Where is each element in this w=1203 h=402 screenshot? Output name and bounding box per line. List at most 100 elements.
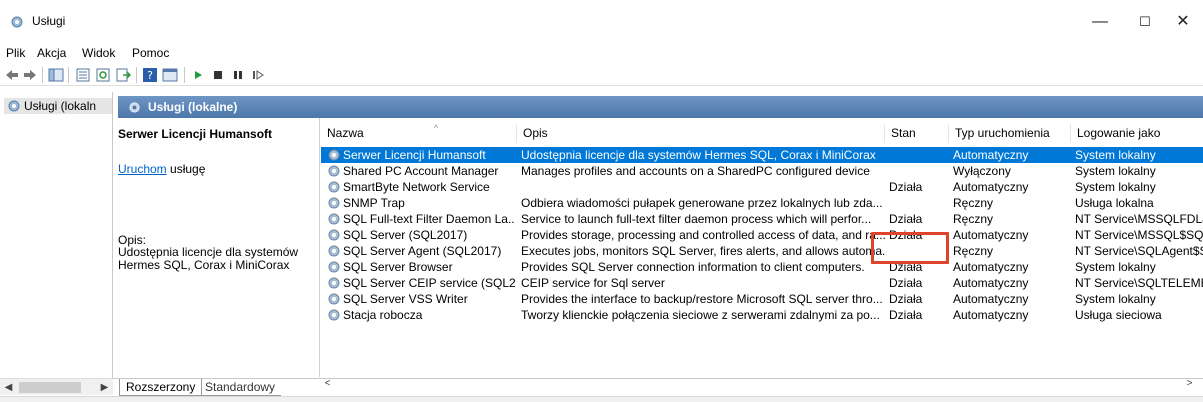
gear-icon [328,165,340,177]
tab-standard[interactable]: Standardowy [199,379,282,396]
row-description: Provides SQL Server connection informati… [521,260,865,274]
row-startup-type: Automatyczny [953,260,1029,274]
gear-icon [328,293,340,305]
row-startup-type: Ręczny [953,196,994,210]
table-row[interactable]: Serwer Licencji Humansoft Udostępnia lice… [321,147,1203,163]
view-tabs: Rozszerzony Standardowy [113,378,1203,396]
show-tree-icon[interactable] [48,67,64,83]
description-text: Udostępnia licencje dla systemów Hermes … [118,245,299,272]
row-logon: System lokalny [1075,180,1156,194]
row-name: SQL Server CEIP service (SQL2... [343,276,515,290]
row-startup-type: Automatyczny [953,308,1029,322]
table-row[interactable]: SmartByte Network Service Działa Automatyc… [321,179,1203,195]
row-description: Manages profiles and accounts on a Share… [521,164,870,178]
scrollbar-thumb[interactable] [19,382,81,393]
stop-icon[interactable] [210,67,226,83]
row-description [521,179,885,195]
row-name: SQL Server (SQL2017) [343,228,468,242]
row-logon: Usługa sieciowa [1075,308,1162,322]
sort-ascending-icon: ^ [434,124,439,133]
column-header-state[interactable]: Stan [885,124,949,143]
row-logon: NT Service\SQLTELEME [1075,276,1203,290]
row-state: Działa [889,180,923,194]
row-logon: System lokalny [1075,260,1156,274]
tree-item-services-local[interactable]: Usługi (lokaln [4,98,112,114]
properties-icon[interactable] [75,67,91,83]
row-name: Serwer Licencji Humansoft [343,148,486,162]
scroll-right-icon[interactable]: ▶ [96,379,113,396]
console-icon[interactable] [162,67,178,83]
column-header-name[interactable]: ^ Nazwa [321,124,517,143]
gear-icon [328,309,340,321]
column-header-description[interactable]: Opis [517,124,885,143]
row-description: Executes jobs, monitors SQL Server, fire… [521,244,885,258]
services-icon [8,100,20,112]
row-state: Działa [889,292,923,306]
status-bar [0,396,1203,402]
table-row[interactable]: SQL Server Agent (SQL2017) Executes jobs,… [321,243,1203,259]
pause-icon[interactable] [230,67,246,83]
row-logon: System lokalny [1075,164,1156,178]
row-description: CEIP service for Sql server [521,276,665,290]
start-icon[interactable] [190,67,206,83]
description-pane: Serwer Licencji Humansoft Uruchom usługę… [118,118,320,377]
gear-icon [328,277,340,289]
row-startup-type: Automatyczny [953,148,1029,162]
row-startup-type: Automatyczny [953,180,1029,194]
start-service-link[interactable]: Uruchom [118,162,167,176]
menu-bar: Plik Akcja Widok Pomoc [0,44,1203,64]
column-header-startup-type[interactable]: Typ uruchomienia [949,124,1071,143]
row-name: SQL Server Browser [343,260,453,274]
table-row[interactable]: SQL Server VSS Writer Provides the interf… [321,291,1203,307]
row-name: Stacja robocza [343,308,423,322]
close-button[interactable]: ✕ [1163,8,1203,36]
menu-pomoc[interactable]: Pomoc [132,46,169,60]
forward-icon[interactable] [22,67,38,83]
start-service-suffix: usługę [166,162,206,176]
table-row[interactable]: SNMP Trap Odbiera wiadomości pułapek gene… [321,195,1203,211]
menu-akcja[interactable]: Akcja [37,46,66,60]
row-description: Udostępnia licencje dla systemów Hermes … [521,148,876,162]
gear-icon [328,245,340,257]
minimize-button[interactable]: — [1080,8,1120,36]
table-row[interactable]: Stacja robocza Tworzy klienckie połączeni… [321,307,1203,323]
back-icon[interactable] [4,67,20,83]
svg-text:?: ? [147,69,153,82]
row-state: Działa [889,308,923,322]
table-row[interactable]: SQL Full-text Filter Daemon La... Service… [321,211,1203,227]
services-list: ^ Nazwa Opis Stan Typ uruchomienia Logow… [321,118,1203,377]
console-tree: Usługi (lokaln ◀ ▶ [0,92,113,395]
services-icon [129,102,140,113]
highlight-annotation [871,232,949,264]
row-name: SmartByte Network Service [343,180,490,194]
resume-icon[interactable] [250,67,266,83]
row-logon: NT Service\MSSQL$SQL [1075,228,1203,242]
tree-horizontal-scrollbar[interactable]: ◀ ▶ [0,378,113,395]
export-icon[interactable] [115,67,131,83]
gear-icon [328,213,340,225]
row-logon: NT Service\SQLAgent$S [1075,244,1203,258]
table-row[interactable]: SQL Server CEIP service (SQL2... CEIP ser… [321,275,1203,291]
maximize-button[interactable]: ☐ [1125,8,1165,36]
scroll-left-icon[interactable]: ◀ [0,379,17,396]
table-row[interactable]: Shared PC Account Manager Manages profile… [321,163,1203,179]
refresh-icon[interactable] [95,67,111,83]
panel-header-title: Usługi (lokalne) [148,100,238,114]
row-description: Tworzy klienckie połączenia sieciowe z s… [521,308,880,322]
tab-extended[interactable]: Rozszerzony [119,379,203,396]
menu-widok[interactable]: Widok [82,46,115,60]
row-startup-type: Automatyczny [953,228,1029,242]
help-icon[interactable]: ? [142,67,158,83]
row-description: Provides storage, processing and control… [521,228,885,242]
table-row[interactable]: SQL Server Browser Provides SQL Server co… [321,259,1203,275]
menu-plik[interactable]: Plik [6,46,25,60]
column-header-logon[interactable]: Logowanie jako [1071,124,1203,143]
selected-service-title: Serwer Licencji Humansoft [118,127,273,141]
gear-icon [328,149,340,161]
start-service-row: Uruchom usługę [118,162,205,176]
row-state [889,147,949,163]
table-row[interactable]: SQL Server (SQL2017) Provides storage, pr… [321,227,1203,243]
details-panel: Usługi (lokalne) Serwer Licencji Humanso… [113,92,1203,396]
gear-icon [328,181,340,193]
row-name: Shared PC Account Manager [343,164,499,178]
